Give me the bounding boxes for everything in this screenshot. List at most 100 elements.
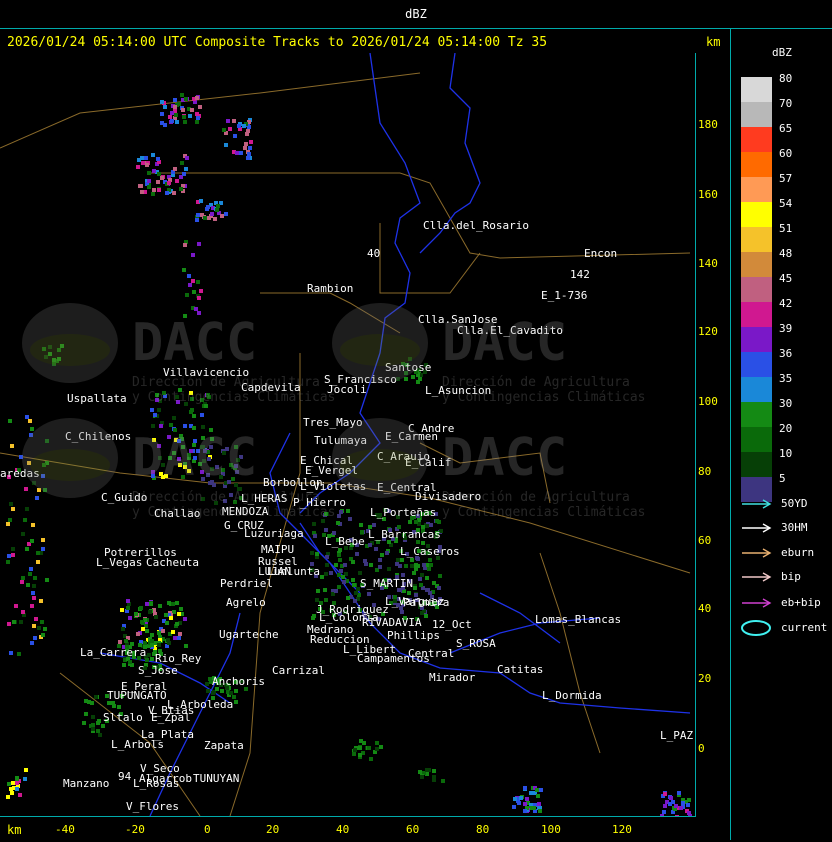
echo-cell [128, 660, 132, 664]
echo-cell [140, 190, 144, 194]
radar-map[interactable]: Clla.del_Rosario Encon 142 E_1-736 Rambion 40… [0, 53, 696, 817]
track-arrow-icon [742, 499, 772, 509]
echo-cell [183, 243, 187, 247]
echo-cell [184, 97, 188, 101]
x-tick-label: -20 [125, 823, 145, 836]
echo-cell [150, 643, 154, 647]
legend-level-label: 54 [779, 197, 793, 210]
echo-cell [45, 578, 49, 582]
y-tick-label: 80 [698, 465, 712, 478]
echo-cell [342, 580, 346, 584]
echo-cell [9, 651, 13, 655]
place-label: Zapata [204, 739, 244, 752]
echo-cell [311, 616, 315, 620]
echo-cell [184, 644, 188, 648]
echo-cell [36, 551, 40, 555]
echo-cell [523, 802, 527, 806]
place-label: Carrizal [272, 664, 325, 677]
echo-cell [23, 777, 27, 781]
echo-cell [134, 612, 138, 616]
legend-swatch [741, 302, 772, 327]
echo-cell [325, 555, 329, 559]
echo-cell [234, 689, 238, 693]
echo-cell [316, 589, 320, 593]
echo-cell [179, 187, 183, 191]
echo-cell [662, 810, 666, 814]
echo-cell [198, 105, 202, 109]
echo-cell [171, 630, 175, 634]
echo-cell [31, 523, 35, 527]
legend-title: dBZ [772, 46, 792, 59]
echo-cell [7, 782, 11, 786]
echo-cell [242, 124, 246, 128]
echo-cell [363, 559, 367, 563]
x-tick-label: -40 [55, 823, 75, 836]
echo-cell [14, 604, 18, 608]
echo-cell [367, 746, 371, 750]
legend-swatch [741, 377, 772, 402]
legend-swatch [741, 252, 772, 277]
echo-cell [140, 620, 144, 624]
echo-cell [151, 192, 155, 196]
echo-cell [6, 795, 10, 799]
echo-cell [10, 444, 14, 448]
echo-cell [161, 629, 165, 633]
track-legend-label: eb+bip [781, 596, 821, 609]
legend-level-label: 30 [779, 397, 793, 410]
echo-cell [91, 723, 95, 727]
place-label: L_Barrancas [368, 528, 441, 541]
radar-map-canvas[interactable]: Clla.del_Rosario Encon 142 E_1-736 Rambion 40… [0, 53, 695, 816]
echo-cell [33, 636, 37, 640]
echo-cell [339, 510, 343, 514]
echo-cell [337, 514, 341, 518]
echo-cell [199, 199, 203, 203]
echo-cell [324, 572, 328, 576]
legend-level-label: 42 [779, 297, 793, 310]
current-track-icon [741, 620, 771, 636]
echo-cell [126, 599, 130, 603]
place-label: TUPUNGATO [107, 689, 167, 702]
place-label: Encon [584, 247, 617, 260]
echo-cell [416, 564, 420, 568]
legend-swatch [741, 277, 772, 302]
echo-cell [141, 627, 145, 631]
place-label: L_Dormida [542, 689, 602, 702]
echo-cell [157, 643, 161, 647]
echo-cell [228, 127, 232, 131]
place-label: Catitas [497, 663, 543, 676]
echo-cell [180, 93, 184, 97]
echo-cell [315, 598, 319, 602]
watermark-brand: DACC [132, 428, 257, 488]
echo-cell [169, 616, 173, 620]
echo-cell [375, 741, 379, 745]
echo-cell [245, 132, 249, 136]
axis-unit-top: km [706, 35, 721, 49]
legend-level-label: 60 [779, 147, 793, 160]
place-label: Palmira [403, 596, 449, 609]
echo-cell [220, 214, 224, 218]
legend-level-label: 65 [779, 122, 793, 135]
echo-cell [185, 293, 189, 297]
echo-cell [216, 204, 220, 208]
echo-cell [35, 496, 39, 500]
echo-cell [158, 604, 162, 608]
echo-cell [152, 169, 156, 173]
y-tick-label: 40 [698, 602, 712, 615]
x-tick-label: 100 [541, 823, 561, 836]
echo-cell [90, 701, 94, 705]
place-label: TUNUYAN [193, 772, 239, 785]
echo-cell [369, 757, 373, 761]
echo-cell [195, 120, 199, 124]
echo-cell [400, 558, 404, 562]
echo-cell [237, 124, 241, 128]
echo-cell [139, 184, 143, 188]
place-label: L_PAZ [660, 729, 693, 742]
place-label: Rambion [307, 282, 353, 295]
echo-cell [191, 253, 195, 257]
echo-cell [28, 419, 32, 423]
echo-cell [247, 152, 251, 156]
echo-cell [413, 586, 417, 590]
echo-cell [517, 801, 521, 805]
echo-cell [404, 564, 408, 568]
echo-cell [136, 165, 140, 169]
